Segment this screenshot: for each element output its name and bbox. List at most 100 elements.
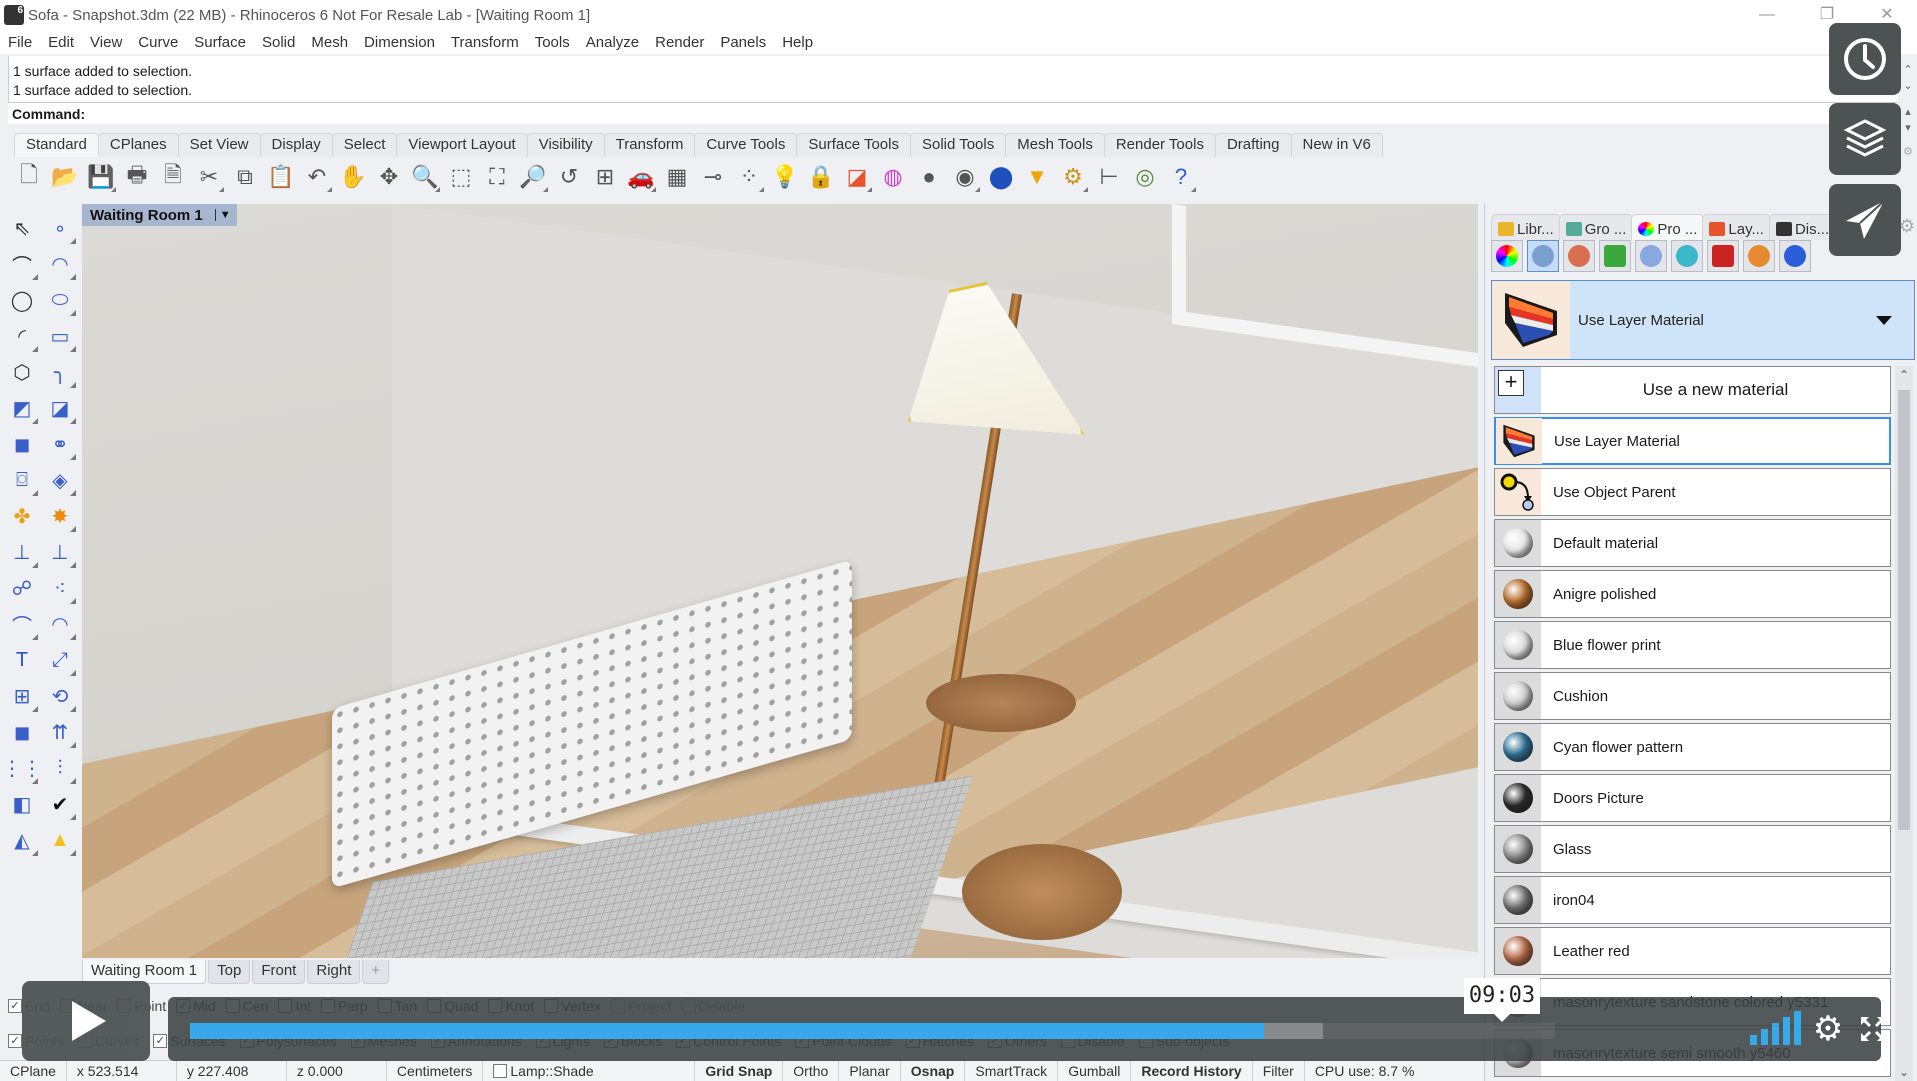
scrollbar-thumb[interactable] <box>1898 390 1910 830</box>
material-item[interactable]: Doors Picture <box>1494 774 1891 822</box>
current-material-dropdown[interactable]: Use Layer Material <box>1491 280 1915 360</box>
join-icon[interactable]: ✤ <box>4 498 40 534</box>
explode-icon[interactable]: ✸ <box>42 498 78 534</box>
add-viewport-tab-icon[interactable]: + <box>362 960 390 984</box>
scroll-down-icon[interactable]: ⌄ <box>1901 78 1915 94</box>
circle-icon[interactable]: ◯ <box>4 282 40 318</box>
scroll-up-icon[interactable]: ⌃ <box>1901 62 1915 78</box>
layer-cylinder-button[interactable] <box>1779 240 1811 272</box>
tab-curve-tools[interactable]: Curve Tools <box>694 133 798 157</box>
menu-transform[interactable]: Transform <box>443 34 527 51</box>
material-item[interactable]: Use Object Parent <box>1494 468 1891 516</box>
checkbox-box[interactable]: ✓ <box>8 1034 22 1048</box>
panel-gear-icon[interactable]: ⚙ <box>1899 216 1915 237</box>
toggle-planar[interactable]: Planar <box>839 1060 901 1081</box>
boolean-group-icon[interactable]: ⁖ <box>42 570 78 606</box>
scroll-down-icon[interactable]: ⌄ <box>1895 1065 1913 1079</box>
panel-tab-lay[interactable]: Lay... <box>1702 214 1771 240</box>
move-icon[interactable]: ⤢ <box>42 642 78 678</box>
paste-icon[interactable]: 📋 <box>266 162 296 192</box>
print-icon[interactable]: 🖶 <box>122 162 152 192</box>
menu-tools[interactable]: Tools <box>527 34 578 51</box>
rotate-view-icon[interactable]: ✥ <box>374 162 404 192</box>
panel-tab-libr[interactable]: Libr... <box>1491 214 1561 240</box>
toggle-record-history[interactable]: Record History <box>1131 1060 1253 1081</box>
material-item[interactable]: Glass <box>1494 825 1891 873</box>
tab-solid-tools[interactable]: Solid Tools <box>909 133 1007 157</box>
check-icon[interactable]: ✔ <box>42 786 78 822</box>
viewport-waiting-room[interactable]: Waiting Room 1 ▼ <box>82 204 1478 958</box>
select-points-icon[interactable]: ⁘ <box>734 162 764 192</box>
volume-control[interactable] <box>1750 1009 1801 1045</box>
box-icon[interactable]: ◼ <box>4 426 40 462</box>
command-prompt[interactable]: Command: <box>8 102 1898 124</box>
undo-icon[interactable]: ↶ <box>302 162 332 192</box>
texture-map-button[interactable] <box>1599 240 1631 272</box>
solid-primitives-icon[interactable]: ◭ <box>4 822 40 858</box>
boolean-union-icon[interactable]: ☍ <box>4 570 40 606</box>
color-wheel-button[interactable] <box>1491 240 1523 272</box>
render-preview-icon[interactable]: ◉ <box>950 162 980 192</box>
toggle-filter[interactable]: Filter <box>1253 1060 1305 1081</box>
cylinder-icon[interactable]: ⌼ <box>4 462 40 498</box>
arc-icon[interactable]: ◜ <box>4 318 40 354</box>
menu-render[interactable]: Render <box>647 34 712 51</box>
toggle-ortho[interactable]: Ortho <box>783 1060 840 1081</box>
tab-cplanes[interactable]: CPlanes <box>97 133 179 157</box>
tab-drafting[interactable]: Drafting <box>1214 133 1292 157</box>
edit-points-icon[interactable]: ◧ <box>4 786 40 822</box>
collections-button[interactable] <box>1829 103 1901 175</box>
tab-visibility[interactable]: Visibility <box>526 133 605 157</box>
material-list-scrollbar[interactable]: ⌃ ⌄ <box>1895 366 1913 1081</box>
toggle-gumball[interactable]: Gumball <box>1058 1060 1132 1081</box>
render-globe-icon[interactable]: ◎ <box>1130 162 1160 192</box>
grid-options-icon[interactable]: ▦ <box>662 162 692 192</box>
polygon-icon[interactable]: ⬡ <box>4 354 40 390</box>
material-item[interactable]: Cushion <box>1494 672 1891 720</box>
split-icon[interactable]: ⊥ <box>42 534 78 570</box>
viewport-tab-right[interactable]: Right <box>307 960 361 984</box>
ellipse-icon[interactable]: ⬭ <box>42 282 78 318</box>
toggle-osnap[interactable]: Osnap <box>901 1060 966 1081</box>
help-icon[interactable]: ? <box>1166 162 1196 192</box>
checkbox-box[interactable]: ✓ <box>8 999 22 1013</box>
tab-transform[interactable]: Transform <box>603 133 696 157</box>
four-viewports-icon[interactable]: ⊞ <box>590 162 620 192</box>
viewport-menu-arrow-icon[interactable]: ▼ <box>214 209 231 221</box>
cplane-indicator[interactable]: CPlane <box>0 1060 67 1081</box>
panel-tab-pro[interactable]: Pro ... <box>1631 214 1705 240</box>
rotate-icon[interactable]: ⟲ <box>42 678 78 714</box>
curve-icon[interactable]: ◠ <box>42 246 78 282</box>
menu-solid[interactable]: Solid <box>254 34 303 51</box>
spin-icon[interactable]: ▴ ▾ <box>1901 104 1915 136</box>
tab-set-view[interactable]: Set View <box>177 133 261 157</box>
save-icon[interactable]: 💾 <box>86 162 116 192</box>
rendered-icon[interactable]: ⬤ <box>986 162 1016 192</box>
polyline-icon[interactable]: ⌒ <box>4 246 40 282</box>
sphere-orange-button[interactable] <box>1743 240 1775 272</box>
checkbox-box[interactable]: ✓ <box>153 1034 168 1048</box>
car-render-icon[interactable]: 🚗 <box>626 162 656 192</box>
watch-later-button[interactable] <box>1829 23 1901 95</box>
spotlight-icon[interactable]: ▼ <box>1022 162 1052 192</box>
panel-tab-gro[interactable]: Gro ... <box>1558 214 1634 240</box>
spheres-icon[interactable]: ⚭ <box>42 426 78 462</box>
video-progress-bar[interactable] <box>190 1023 1555 1039</box>
zoom-extents-icon[interactable]: ⛶ <box>482 162 512 192</box>
tab-new-in-v6[interactable]: New in V6 <box>1290 133 1383 157</box>
material-item[interactable]: Anigre polished <box>1494 570 1891 618</box>
menu-panels[interactable]: Panels <box>712 34 774 51</box>
trim-icon[interactable]: ⊥ <box>4 534 40 570</box>
menu-analyze[interactable]: Analyze <box>578 34 647 51</box>
new-file-icon[interactable]: 🗋 <box>14 162 44 192</box>
toggle-smarttrack[interactable]: SmartTrack <box>965 1060 1059 1081</box>
fullscreen-icon[interactable] <box>1853 1009 1893 1049</box>
cut-icon[interactable]: ✂ <box>194 162 224 192</box>
extrude-plane-icon[interactable]: ⇈ <box>42 714 78 750</box>
units-indicator[interactable]: Centimeters <box>387 1060 484 1081</box>
scroll-up-icon[interactable]: ⌃ <box>1895 368 1913 382</box>
tab-display[interactable]: Display <box>259 133 333 157</box>
rectangle-icon[interactable]: ▭ <box>42 318 78 354</box>
material-item[interactable]: Default material <box>1494 519 1891 567</box>
current-layer[interactable]: Lamp::Shade <box>483 1060 696 1081</box>
